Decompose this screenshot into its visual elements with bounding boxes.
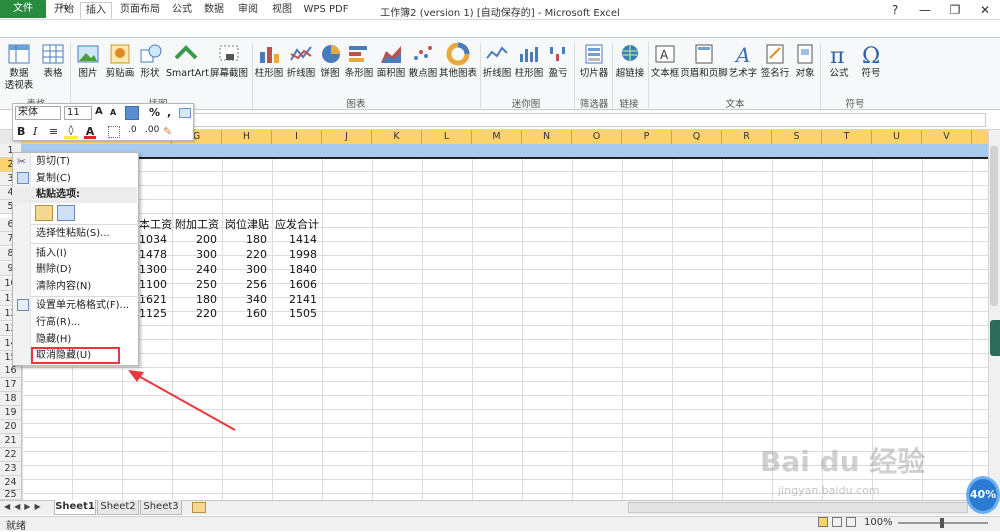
sheet-nav-arrows[interactable]: ◀◀▶▶	[4, 502, 54, 514]
sheet-tab-2[interactable]: Sheet2	[97, 500, 139, 515]
page-layout-view-icon[interactable]	[832, 517, 842, 527]
zoom-level[interactable]: 100%	[864, 517, 894, 530]
watermark-url: jingyan.baidu.com	[778, 484, 880, 497]
scroll-thumb[interactable]	[990, 146, 998, 306]
horizontal-scrollbar[interactable]	[628, 502, 968, 513]
normal-view-icon[interactable]	[818, 517, 828, 527]
page-break-view-icon[interactable]	[846, 517, 856, 527]
sheet-tab-1[interactable]: Sheet1	[54, 500, 96, 515]
status-ready: 就绪	[6, 521, 26, 532]
new-sheet-icon[interactable]	[192, 502, 206, 513]
speed-badge[interactable]: 40%	[966, 476, 1000, 514]
side-panel-tab[interactable]	[990, 320, 1000, 356]
watermark-brand: Bai du 经验	[760, 445, 926, 478]
sheet-tab-3[interactable]: Sheet3	[140, 500, 182, 515]
zoom-slider-thumb[interactable]	[940, 518, 944, 528]
